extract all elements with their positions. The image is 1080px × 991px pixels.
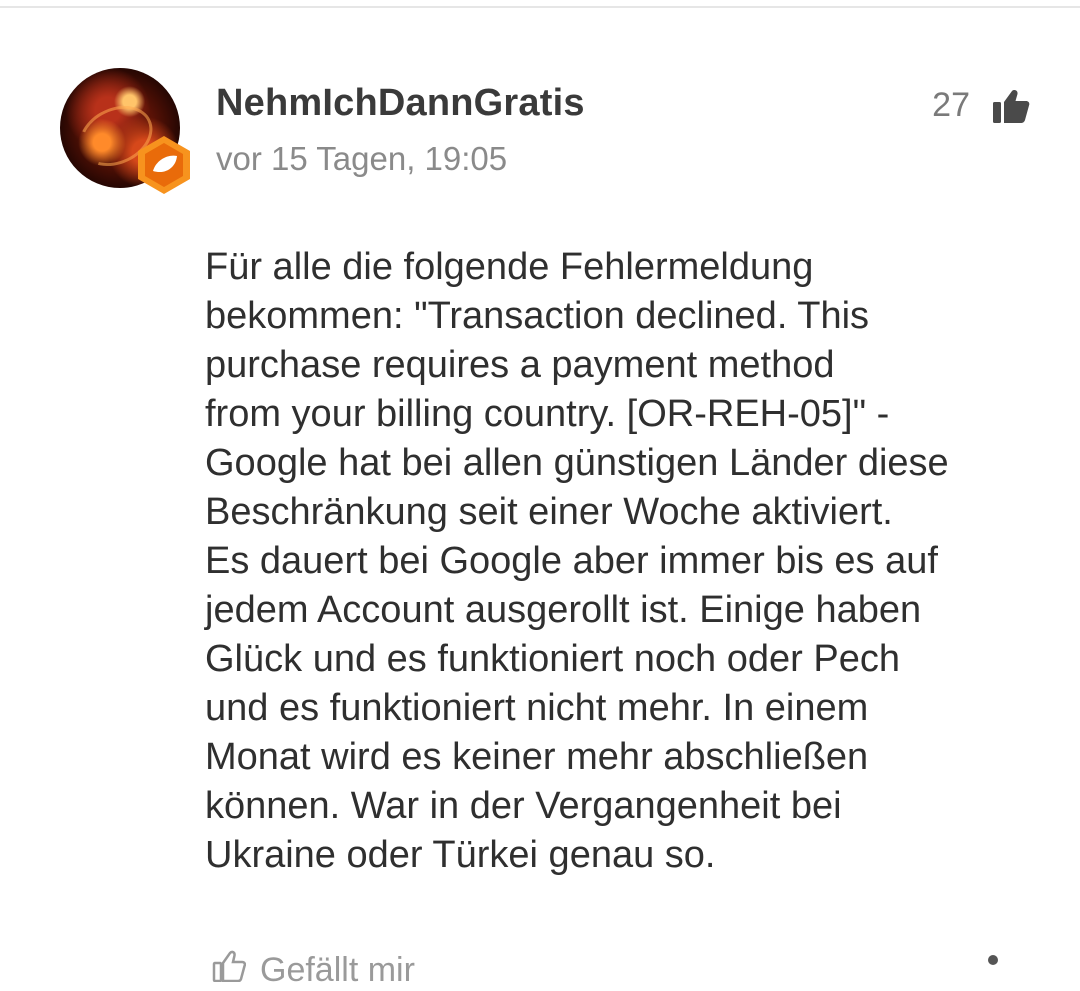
footer-like-label: Gefällt mir (260, 951, 415, 989)
footer-like-button[interactable]: Gefällt mir (212, 950, 415, 991)
comment-line: können. War in der Vergangenheit bei (205, 785, 842, 827)
comment-line: Google hat bei allen günstigen Länder di… (205, 442, 949, 484)
comment-line: Für alle die folgende Fehlermeldung (205, 246, 814, 288)
comment-line: und es funktioniert nicht mehr. In einem (205, 687, 869, 729)
comment-line: Monat wird es keiner mehr abschließen (205, 736, 869, 778)
comment-line: purchase requires a payment method (205, 344, 835, 386)
comment-line: from your billing country. [OR-REH-05]" … (205, 393, 890, 435)
username[interactable]: NehmIchDannGratis (216, 82, 585, 125)
like-control[interactable]: 27 (932, 86, 1030, 125)
comment-line: Glück und es funktioniert noch oder Pech (205, 638, 900, 680)
thumbs-up-outline-icon (212, 950, 247, 991)
like-count: 27 (932, 86, 970, 124)
more-options-icon[interactable] (988, 955, 998, 965)
comment-line: Ukraine oder Türkei genau so. (205, 834, 716, 876)
comment-line: jedem Account ausgerollt ist. Einige hab… (205, 589, 922, 631)
comment-line: Es dauert bei Google aber immer bis es a… (205, 540, 938, 582)
timestamp: vor 15 Tagen, 19:05 (216, 140, 508, 177)
comment-line: Beschränkung seit einer Woche aktiviert. (205, 491, 893, 533)
comment-body: Für alle die folgende Fehlermeldung beko… (205, 243, 1045, 880)
comment-card: NehmIchDannGratis vor 15 Tagen, 19:05 27… (0, 0, 1080, 989)
comment-line: bekommen: "Transaction declined. This (205, 295, 870, 337)
hexagon-badge-icon (136, 134, 192, 196)
thumbs-up-icon[interactable] (992, 88, 1030, 124)
